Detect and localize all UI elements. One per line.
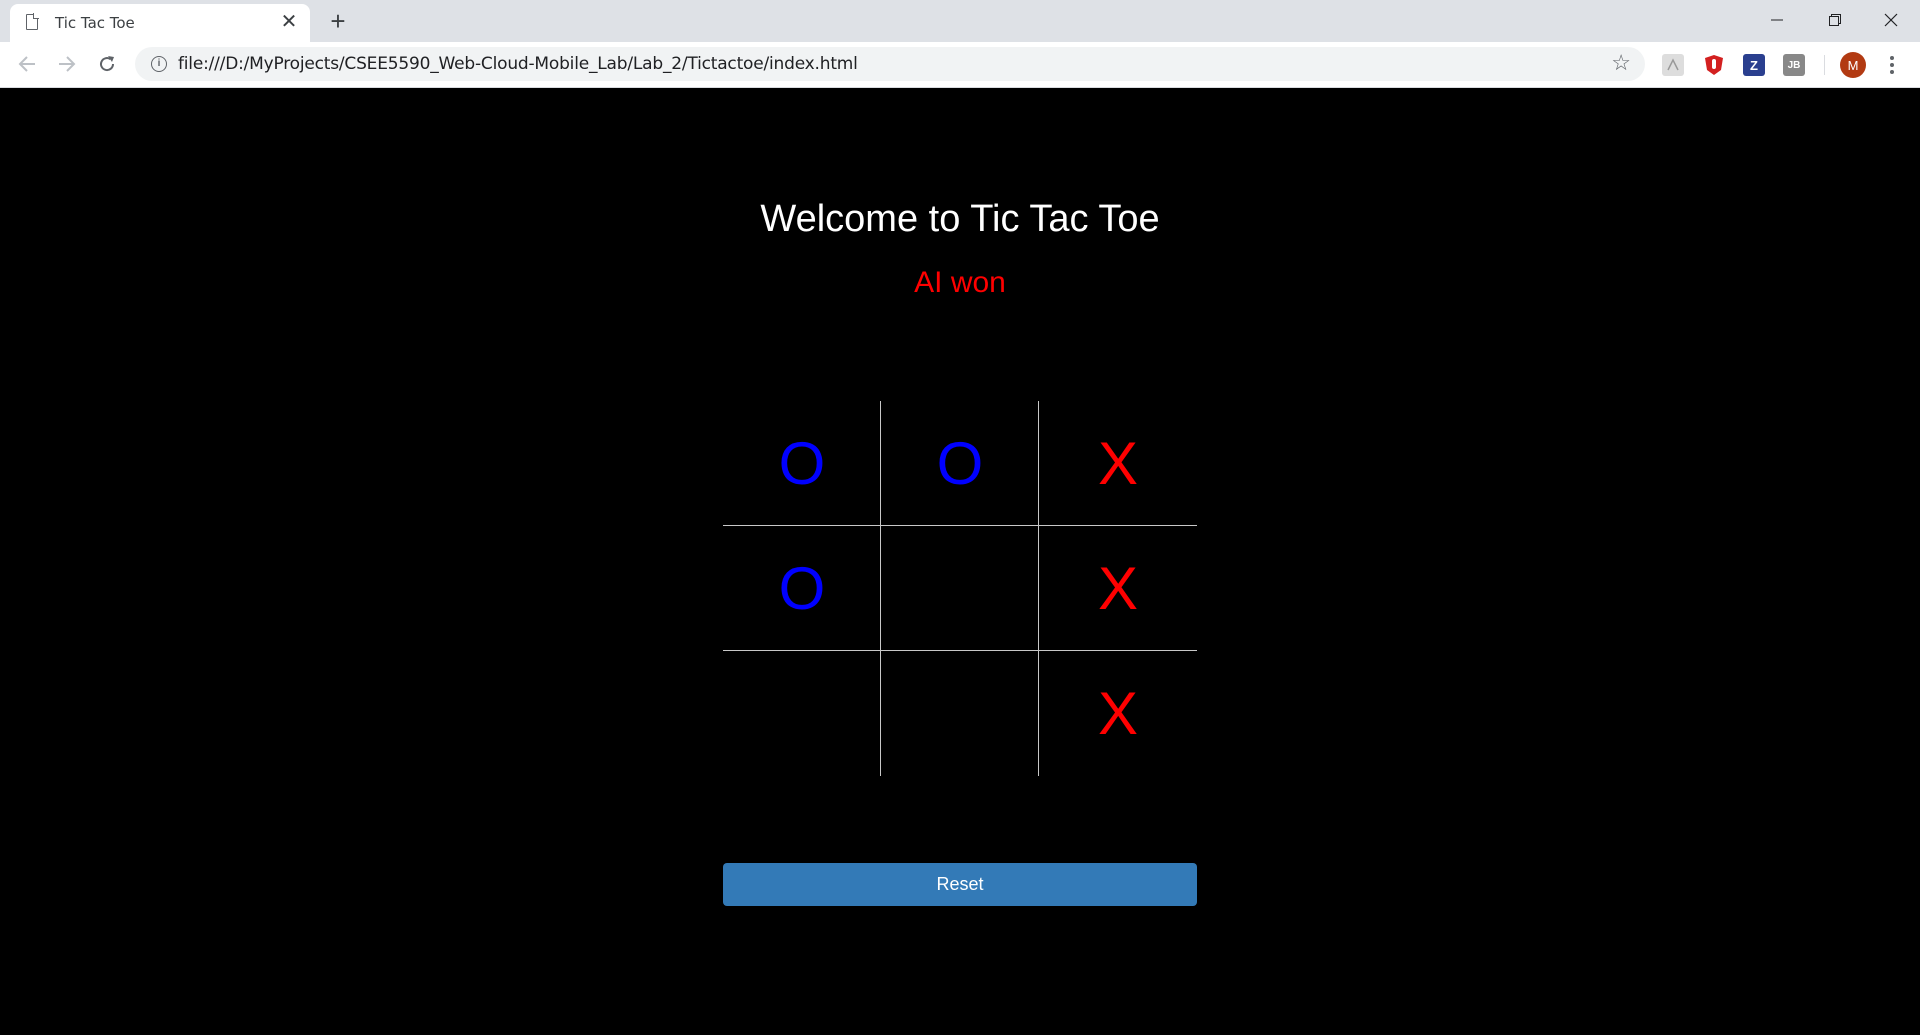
board-cell-1-0[interactable]: O <box>723 526 881 651</box>
zotero-icon[interactable]: Z <box>1743 54 1765 76</box>
restore-button[interactable] <box>1806 0 1864 40</box>
minimize-button[interactable] <box>1748 0 1806 40</box>
board-cell-2-1[interactable] <box>881 651 1039 776</box>
acrobat-glyph <box>1667 58 1679 71</box>
game-status: AI won <box>914 266 1006 299</box>
board-cell-0-1[interactable]: O <box>881 401 1039 526</box>
tab-strip: Tic Tac Toe ✕ + <box>0 0 1920 42</box>
url-text[interactable]: file:///D:/MyProjects/CSEE5590_Web-Cloud… <box>178 54 858 74</box>
arrow-right-icon <box>59 56 76 72</box>
game-board: O O X O X X <box>723 401 1197 776</box>
page-content: Welcome to Tic Tac Toe AI won O O X O X … <box>0 88 1920 1035</box>
reset-button[interactable]: Reset <box>723 863 1197 906</box>
board-cell-2-2[interactable]: X <box>1039 651 1197 776</box>
acrobat-icon[interactable] <box>1662 54 1684 76</box>
close-tab-icon[interactable]: ✕ <box>276 9 302 35</box>
bookmark-star-icon[interactable]: ☆ <box>1611 50 1631 76</box>
avatar[interactable]: M <box>1840 52 1866 78</box>
close-icon <box>1884 13 1898 27</box>
ublock-icon[interactable] <box>1703 54 1725 76</box>
minimize-icon <box>1771 19 1783 21</box>
tab-title: Tic Tac Toe <box>55 14 135 32</box>
board-cell-1-1[interactable] <box>881 526 1039 651</box>
restore-icon <box>1829 14 1841 26</box>
new-tab-button[interactable]: + <box>322 5 354 37</box>
back-button[interactable] <box>12 49 42 79</box>
arrow-left-icon <box>18 56 35 72</box>
info-icon[interactable]: i <box>151 56 167 72</box>
board-cell-2-0[interactable] <box>723 651 881 776</box>
address-bar[interactable]: i file:///D:/MyProjects/CSEE5590_Web-Clo… <box>135 47 1645 81</box>
board-cell-1-2[interactable]: X <box>1039 526 1197 651</box>
board-cell-0-0[interactable]: O <box>723 401 881 526</box>
shield-icon <box>1705 55 1723 75</box>
browser-tab[interactable]: Tic Tac Toe ✕ <box>10 4 310 42</box>
kebab-menu-icon[interactable] <box>1882 52 1902 78</box>
page-icon <box>26 13 39 30</box>
reload-icon <box>100 56 115 72</box>
forward-button[interactable] <box>52 49 82 79</box>
reload-button[interactable] <box>92 49 122 79</box>
page-title: Welcome to Tic Tac Toe <box>760 198 1160 240</box>
toolbar-separator <box>1824 55 1825 75</box>
jetbrains-icon[interactable]: JB <box>1783 54 1805 76</box>
board-cell-0-2[interactable]: X <box>1039 401 1197 526</box>
close-window-button[interactable] <box>1862 0 1920 40</box>
browser-toolbar: i file:///D:/MyProjects/CSEE5590_Web-Clo… <box>0 42 1920 88</box>
